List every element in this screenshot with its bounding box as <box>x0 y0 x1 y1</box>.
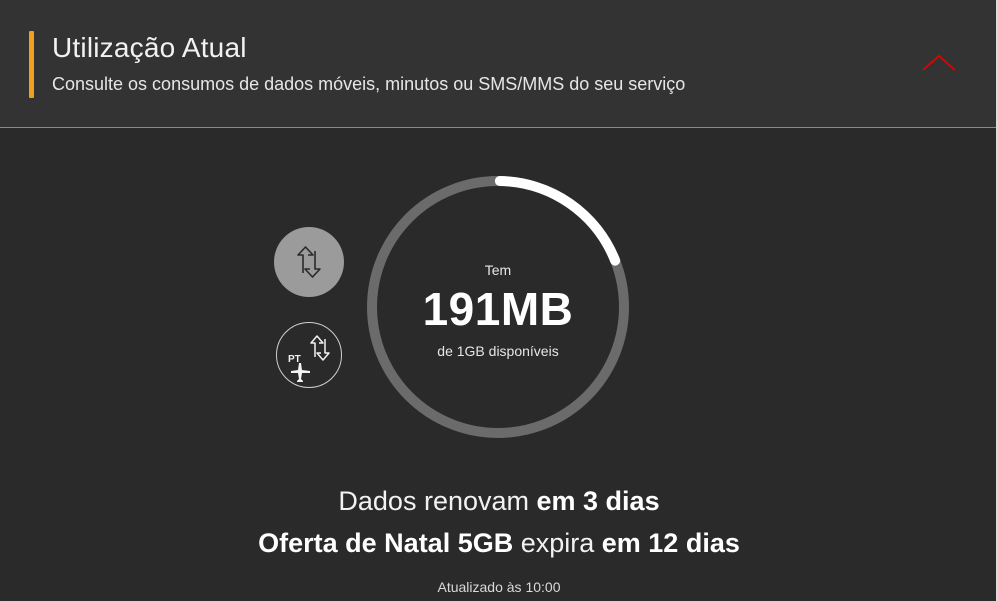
roaming-data-button[interactable]: PT <box>276 322 342 388</box>
offer-name: Oferta de Natal 5GB <box>258 528 514 558</box>
offer-text: Oferta de Natal 5GB expira em 12 dias <box>0 528 998 559</box>
roaming-data-icon: PT <box>288 335 330 382</box>
offer-emphasis: em 12 dias <box>601 528 740 558</box>
page-subtitle: Consulte os consumos de dados móveis, mi… <box>52 74 686 94</box>
renewal-emphasis: em 3 dias <box>536 486 660 516</box>
renewal-prefix: Dados renovam <box>338 486 537 516</box>
chevron-up-icon <box>922 54 956 71</box>
airplane-icon <box>291 363 310 382</box>
offer-middle: expira <box>513 528 602 558</box>
last-updated: Atualizado às 10:00 <box>437 579 561 595</box>
renewal-text: Dados renovam em 3 dias <box>0 486 998 517</box>
gauge-fill <box>494 176 621 266</box>
roaming-badge: PT <box>288 354 301 365</box>
collapse-button[interactable] <box>914 48 964 78</box>
accent-bar <box>29 31 34 98</box>
gauge-label-top: Tem <box>484 262 512 278</box>
usage-header: Utilização Atual Consulte os consumos de… <box>0 0 998 128</box>
national-data-button[interactable] <box>274 227 344 297</box>
data-transfer-icon <box>297 246 321 278</box>
remaining-data-value: 191MB <box>422 283 574 335</box>
page-title: Utilização Atual <box>52 32 247 63</box>
gauge-label-bottom: de 1GB disponíveis <box>437 343 559 359</box>
